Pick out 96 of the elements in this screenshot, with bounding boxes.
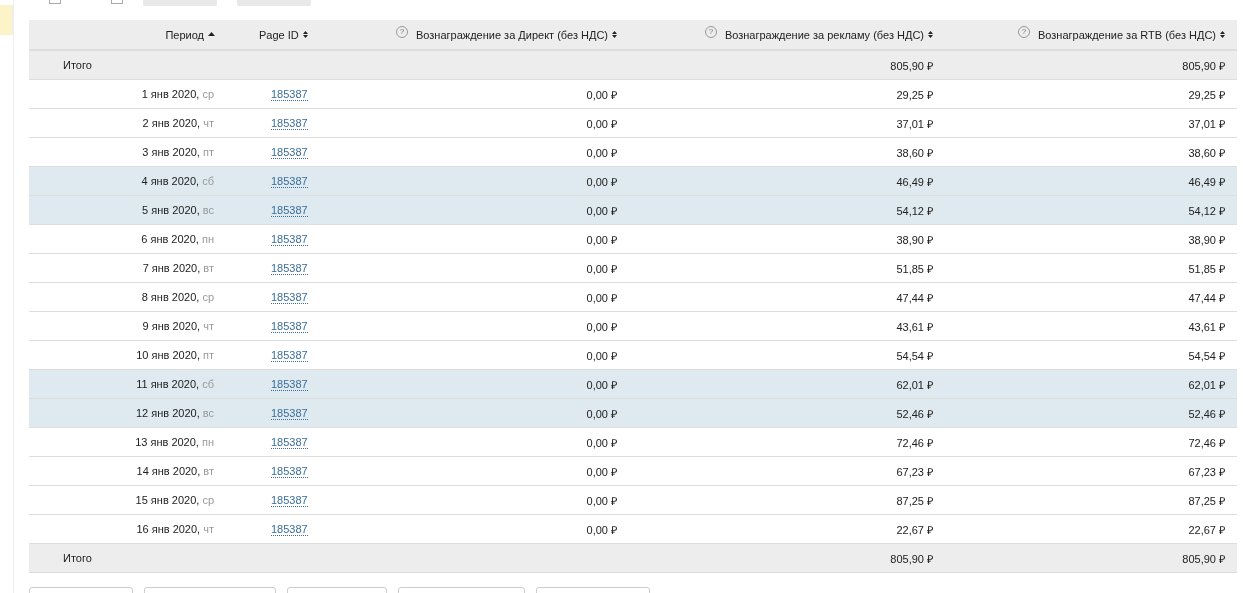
page-id-link[interactable]: 185387 <box>271 203 308 217</box>
table-cell-text: 72,46 ₽ <box>896 435 933 450</box>
table-cell-text: 67,23 ₽ <box>1188 464 1225 479</box>
date-cell: 3 янв 2020, пт <box>142 146 214 158</box>
table-cell-text: 805,90 ₽ <box>890 58 933 73</box>
table-cell-text: 805,90 ₽ <box>890 551 933 566</box>
date-cell: 15 янв 2020, ср <box>135 494 214 506</box>
table-cell-text: 52,46 ₽ <box>896 406 933 421</box>
table-cell-text: 46,49 ₽ <box>896 174 933 189</box>
page-id-link[interactable]: 185387 <box>271 174 308 188</box>
date-cell: 10 янв 2020, пт <box>136 349 214 361</box>
table-cell-text: 0,00 ₽ <box>586 522 617 537</box>
date-cell: 12 янв 2020, вс <box>135 407 214 419</box>
table-cell-text: 43,61 ₽ <box>1188 319 1225 334</box>
table-cell-text: 0,00 ₽ <box>586 203 617 218</box>
page-id-link[interactable]: 185387 <box>271 435 308 449</box>
table-cell-text: 51,85 ₽ <box>896 261 933 276</box>
date-cell: 1 янв 2020, ср <box>141 88 214 100</box>
page-id-link[interactable]: 185387 <box>271 87 308 101</box>
date-cell: 8 янв 2020, ср <box>141 291 214 303</box>
table-cell-text: 29,25 ₽ <box>896 87 933 102</box>
table-cell-text: 38,60 ₽ <box>1188 145 1225 160</box>
table-cell-text: 0,00 ₽ <box>586 232 617 247</box>
table-cell-text: 54,54 ₽ <box>896 348 933 363</box>
table-cell-text: 54,12 ₽ <box>896 203 933 218</box>
total-label: Итого <box>63 552 92 564</box>
table-cell-text: 87,25 ₽ <box>1188 493 1225 508</box>
table-cell-text: 0,00 ₽ <box>586 435 617 450</box>
table-cell-text: 47,44 ₽ <box>1188 290 1225 305</box>
table-cell-text: 0,00 ₽ <box>586 377 617 392</box>
table-cell-text: 0,00 ₽ <box>586 319 617 334</box>
date-cell: 4 янв 2020, сб <box>141 175 214 187</box>
table-cell-text: 0,00 ₽ <box>586 261 617 276</box>
page-id-link[interactable]: 185387 <box>271 493 308 507</box>
sort-icon[interactable] <box>302 30 308 39</box>
date-cell: 2 янв 2020, чт <box>142 117 214 129</box>
table-cell-text: 0,00 ₽ <box>586 174 617 189</box>
page-id-link[interactable]: 185387 <box>271 261 308 275</box>
column-header[interactable]: Вознаграждение за Директ (без НДС) <box>416 28 608 41</box>
page-id-link[interactable]: 185387 <box>271 406 308 420</box>
page-id-link[interactable]: 185387 <box>271 116 308 130</box>
sort-icon[interactable] <box>612 30 617 39</box>
total-label: Итого <box>63 59 92 71</box>
table-cell-text: 0,00 ₽ <box>586 290 617 305</box>
page-id-link[interactable]: 185387 <box>271 290 308 304</box>
table-cell-text: 22,67 ₽ <box>1188 522 1225 537</box>
column-header[interactable]: Вознаграждение за рекламу (без НДС) <box>724 28 924 41</box>
sort-icon[interactable] <box>1220 30 1225 39</box>
table-cell-text: 0,00 ₽ <box>586 464 617 479</box>
table-cell-text: 46,49 ₽ <box>1188 174 1225 189</box>
table-cell-text: 72,46 ₽ <box>1188 435 1225 450</box>
table-cell-text: 54,12 ₽ <box>1188 203 1225 218</box>
table-cell-text: 37,01 ₽ <box>1188 116 1225 131</box>
table-cell-text: 22,67 ₽ <box>896 522 933 537</box>
date-cell: 9 янв 2020, чт <box>142 320 214 332</box>
page-id-link[interactable]: 185387 <box>271 145 308 159</box>
date-cell: 16 янв 2020, чт <box>136 523 214 535</box>
sort-ascending-icon[interactable] <box>208 30 215 39</box>
table-cell-text: 38,90 ₽ <box>1188 232 1225 247</box>
date-cell: 5 янв 2020, вс <box>142 204 214 216</box>
table-cell-text: 0,00 ₽ <box>586 87 617 102</box>
table-cell-text: 805,90 ₽ <box>1182 58 1225 73</box>
table-cell-text: 0,00 ₽ <box>586 116 617 131</box>
table-cell-text: 54,54 ₽ <box>1188 348 1225 363</box>
table-cell-text: 67,23 ₽ <box>896 464 933 479</box>
date-cell: 13 янв 2020, пн <box>135 436 214 448</box>
date-cell: 7 янв 2020, вт <box>142 262 214 274</box>
table-cell-text: 87,25 ₽ <box>896 493 933 508</box>
page-id-link[interactable]: 185387 <box>271 522 308 536</box>
table-cell-text: 0,00 ₽ <box>586 145 617 160</box>
table-cell-text: 38,90 ₽ <box>896 232 933 247</box>
table-cell-text: 38,60 ₽ <box>896 145 933 160</box>
date-cell: 11 янв 2020, сб <box>136 378 214 390</box>
table-cell-text: 29,25 ₽ <box>1188 87 1225 102</box>
sort-icon[interactable] <box>928 30 933 39</box>
table-cell-text: 805,90 ₽ <box>1182 551 1225 566</box>
table-cell-text: 0,00 ₽ <box>586 348 617 363</box>
page-id-link[interactable]: 185387 <box>271 319 308 333</box>
column-header[interactable]: Вознаграждение за RTB (без НДС) <box>1038 28 1216 41</box>
table-cell-text: 0,00 ₽ <box>586 406 617 421</box>
column-header[interactable]: Page ID <box>259 28 299 41</box>
page-id-link[interactable]: 185387 <box>271 377 308 391</box>
table-cell-text: 62,01 ₽ <box>1188 377 1225 392</box>
table-cell-text: 52,46 ₽ <box>1188 406 1225 421</box>
table-cell-text: 0,00 ₽ <box>586 493 617 508</box>
column-header[interactable]: Период <box>165 28 204 41</box>
page-id-link[interactable]: 185387 <box>271 348 308 362</box>
page-id-link[interactable]: 185387 <box>271 232 308 246</box>
date-cell: 14 янв 2020, вт <box>136 465 214 477</box>
table-cell-text: 47,44 ₽ <box>896 290 933 305</box>
date-cell: 6 янв 2020, пн <box>141 233 214 245</box>
table-cell-text: 62,01 ₽ <box>896 377 933 392</box>
table-cell-text: 51,85 ₽ <box>1188 261 1225 276</box>
table-cell-text: 37,01 ₽ <box>896 116 933 131</box>
page-id-link[interactable]: 185387 <box>271 464 308 478</box>
table-cell-text: 43,61 ₽ <box>896 319 933 334</box>
